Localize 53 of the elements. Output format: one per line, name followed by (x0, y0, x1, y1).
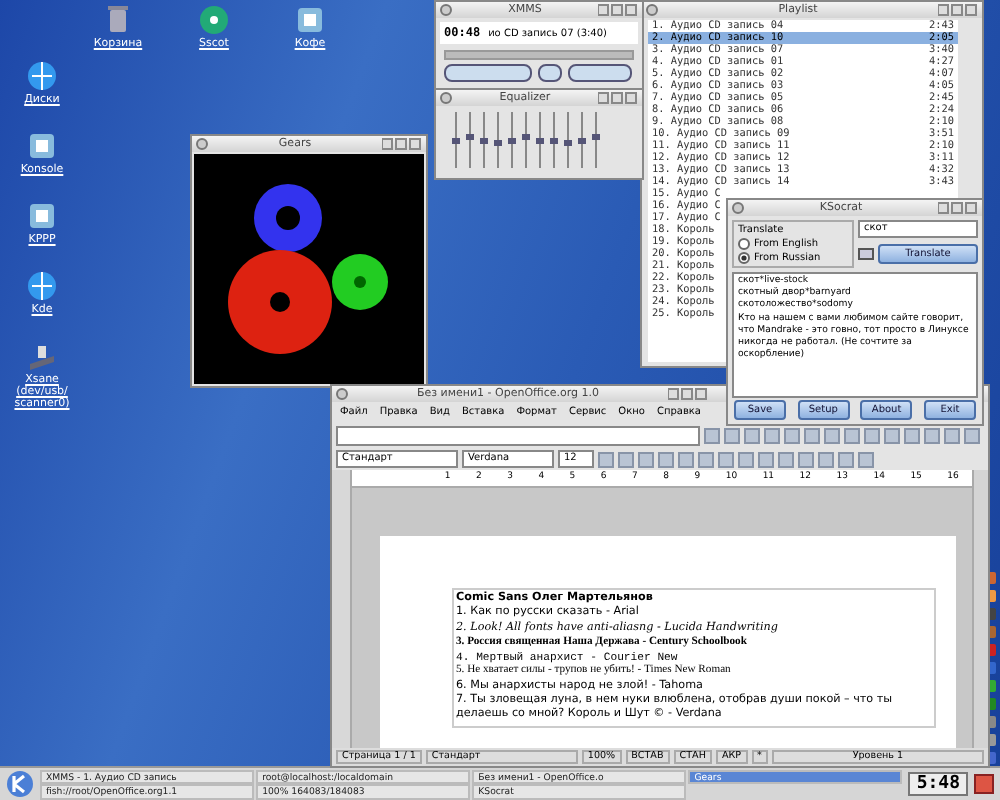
window-controls-icon[interactable] (938, 202, 978, 214)
eq-slider[interactable] (480, 112, 488, 168)
radio-button[interactable] (738, 252, 750, 264)
app-icon[interactable] (26, 130, 58, 163)
eq-slider[interactable] (592, 112, 600, 168)
player-button[interactable] (538, 64, 562, 82)
player-button[interactable] (568, 64, 632, 82)
radio-button[interactable] (738, 238, 750, 250)
globe-icon[interactable] (26, 270, 58, 303)
eq-slider[interactable] (564, 112, 572, 168)
window-controls-icon[interactable] (938, 4, 978, 16)
slider-thumb[interactable] (452, 137, 460, 143)
slider-thumb[interactable] (564, 139, 572, 146)
eq-slider[interactable] (494, 112, 502, 168)
disc-icon[interactable] (198, 4, 230, 36)
trash-icon[interactable] (102, 4, 134, 36)
window-menu-icon[interactable] (336, 388, 348, 400)
eq-slider[interactable] (508, 112, 516, 168)
slider-thumb[interactable] (494, 139, 502, 146)
vertical-scrollbar[interactable] (972, 470, 988, 748)
eq-slider[interactable] (536, 112, 544, 168)
globe-icon[interactable] (26, 60, 58, 92)
clear-icon[interactable] (858, 248, 874, 260)
slider-thumb[interactable] (550, 137, 558, 143)
eq-slider[interactable] (522, 112, 530, 168)
slider-thumb[interactable] (536, 137, 544, 143)
window-menu-icon[interactable] (440, 4, 452, 16)
window-menu-icon[interactable] (196, 138, 208, 150)
eq-slider[interactable] (452, 112, 460, 168)
eq-slider[interactable] (466, 112, 474, 168)
slider-thumb[interactable] (466, 134, 474, 141)
eq-slider[interactable] (578, 112, 586, 168)
eq-slider[interactable] (550, 112, 558, 168)
window-menu-icon[interactable] (646, 4, 658, 16)
window-menu-icon[interactable] (440, 92, 452, 104)
logout-icon[interactable] (974, 774, 994, 794)
slider-thumb[interactable] (508, 137, 516, 143)
slider-thumb[interactable] (592, 134, 600, 141)
player-button[interactable] (444, 64, 532, 82)
scanner-icon[interactable] (26, 340, 58, 373)
app-icon[interactable] (26, 200, 58, 233)
slider-thumb[interactable] (578, 137, 586, 143)
app-icon[interactable] (294, 4, 326, 36)
window-controls-icon[interactable] (598, 92, 638, 104)
start-menu-icon[interactable] (6, 770, 34, 798)
window-menu-icon[interactable] (732, 202, 744, 214)
slider-thumb[interactable] (522, 134, 530, 141)
window-controls-icon[interactable] (382, 138, 422, 150)
window-controls-icon[interactable] (598, 4, 638, 16)
clock: 5:48 (908, 772, 968, 796)
url-field[interactable] (336, 426, 700, 446)
window-controls-icon[interactable] (668, 388, 708, 400)
slider-thumb[interactable] (480, 137, 488, 143)
